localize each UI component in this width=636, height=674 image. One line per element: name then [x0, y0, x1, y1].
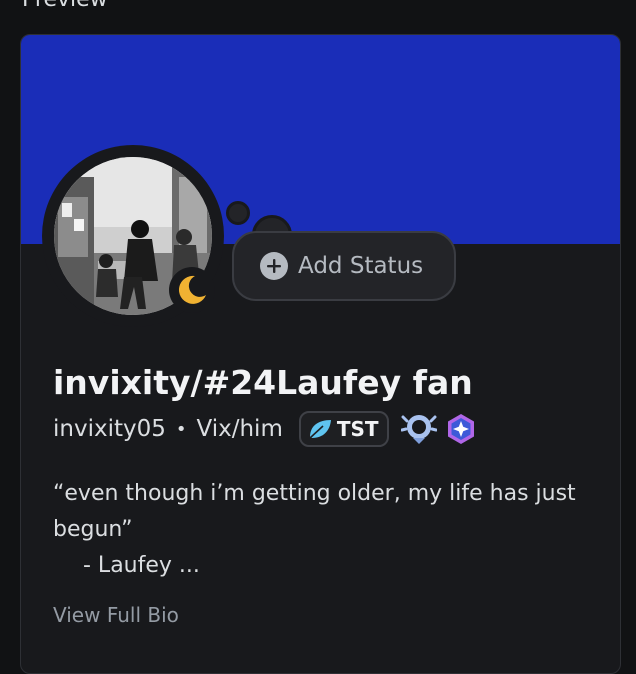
- plus-circle-icon: [260, 252, 288, 280]
- quest-badge-icon[interactable]: [445, 413, 477, 445]
- view-full-bio-link[interactable]: View Full Bio: [53, 603, 179, 627]
- profile-bio: “even though i’m getting older, my life …: [53, 476, 593, 584]
- display-name[interactable]: invixity/#24Laufey fan: [53, 363, 473, 403]
- avatar-wrapper[interactable]: [42, 145, 224, 327]
- username[interactable]: invixity05: [53, 416, 166, 442]
- profile-preview-card: Add Status invixity/#24Laufey fan invixi…: [20, 34, 621, 674]
- status-thought-dot-small: [226, 201, 250, 225]
- separator-dot: •: [175, 418, 187, 440]
- guild-tag-label: TST: [336, 417, 379, 441]
- username-row: invixity05 • Vix/him TST: [53, 409, 477, 449]
- add-status-label: Add Status: [298, 253, 424, 279]
- wreath-badge-icon[interactable]: [400, 411, 437, 447]
- guild-tag[interactable]: TST: [298, 411, 389, 447]
- add-status-button[interactable]: Add Status: [232, 231, 456, 301]
- section-title: Preview: [22, 0, 108, 12]
- bio-signature: - Laufey ...: [83, 553, 200, 578]
- pronouns: Vix/him: [196, 416, 283, 442]
- bio-quote: “even though i’m getting older, my life …: [53, 481, 576, 542]
- status-indicator: [169, 267, 215, 313]
- leaf-icon: [309, 420, 331, 439]
- moon-icon: [178, 275, 206, 304]
